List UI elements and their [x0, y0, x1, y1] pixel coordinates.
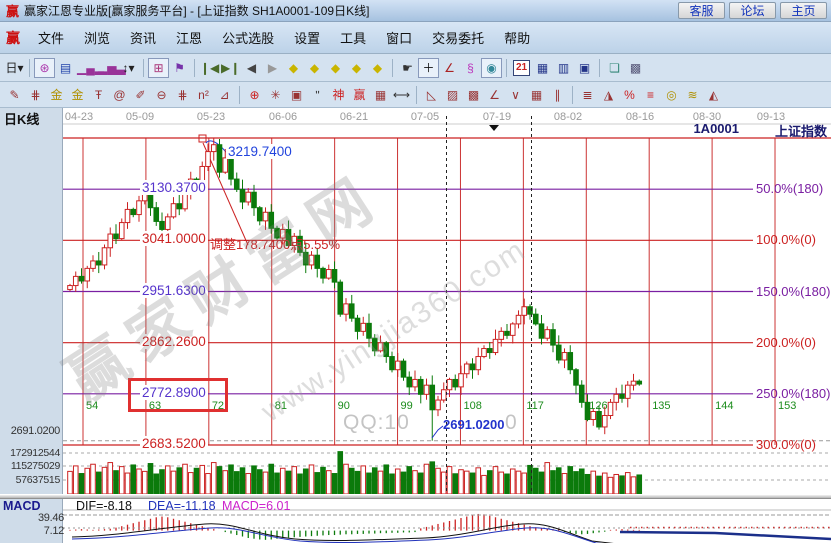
f-comb-tool-icon[interactable]: Ŧ — [88, 85, 109, 105]
toolbar-gann: ✎⋕金金Ŧ@✐⊖⋕n²⊿⊕✳▣ʺ神赢▦⟷◺▨▩∠∨▦∥≣◮%≡◎≋◭ — [0, 82, 831, 108]
n-square-icon[interactable]: n² — [193, 85, 214, 105]
diamond-left-icon[interactable]: ◆ — [283, 58, 304, 78]
gold-ratio-icon[interactable]: 金 — [67, 85, 88, 105]
width-measure-icon[interactable]: ⟷ — [391, 85, 412, 105]
next-bar-icon[interactable]: ▶ — [262, 58, 283, 78]
menu-browse[interactable]: 浏览 — [74, 25, 120, 50]
toolbar-separator — [239, 86, 240, 104]
volume-bars-3-icon[interactable]: ▁▄▂ — [76, 58, 97, 78]
square-target-icon[interactable]: ▣ — [286, 85, 307, 105]
menu-help[interactable]: 帮助 — [494, 25, 540, 50]
save-icon[interactable]: ▣ — [574, 58, 595, 78]
grid-window-icon[interactable]: ▦ — [370, 85, 391, 105]
toolbar-separator — [599, 59, 600, 77]
kline-period-icon[interactable]: 日▾ — [4, 58, 25, 78]
toolbar-separator — [29, 59, 30, 77]
angle-tool-icon[interactable]: ∠ — [439, 58, 460, 78]
snapshot-icon[interactable]: ❏ — [604, 58, 625, 78]
price-comb-icon[interactable]: ⋕ — [172, 85, 193, 105]
calculator-icon[interactable]: ▦ — [532, 58, 553, 78]
customer-service-button[interactable]: 客服 — [678, 2, 725, 19]
toolbar-separator — [392, 59, 393, 77]
grid-dense-icon[interactable]: ▦ — [526, 85, 547, 105]
notes-icon[interactable]: ▥ — [553, 58, 574, 78]
titlebar-buttons: 客服 论坛 主页 — [674, 2, 827, 19]
pencil-tool-icon[interactable]: ✎ — [4, 85, 25, 105]
v-line-icon[interactable]: ∨ — [505, 85, 526, 105]
star-circle-icon[interactable]: ✳ — [265, 85, 286, 105]
toolbar-separator — [416, 86, 417, 104]
menu-settings[interactable]: 设置 — [284, 25, 330, 50]
app-window: 赢 赢家江恩专业版[赢家服务平台] - [上证指数 SH1A0001-109日K… — [0, 0, 831, 543]
menu-tools[interactable]: 工具 — [330, 25, 376, 50]
toolbar-separator — [572, 86, 573, 104]
gann-pink-tool-icon[interactable]: § — [460, 58, 481, 78]
report-icon[interactable]: ▤ — [55, 58, 76, 78]
diamond-cross-icon[interactable]: ◆ — [367, 58, 388, 78]
candle-style-icon[interactable]: ↕▾ — [118, 58, 139, 78]
ruler-tool-icon[interactable]: ⊿ — [214, 85, 235, 105]
chart-area: 54637281909910811712613514415304-2305-09… — [0, 108, 831, 543]
toolbar-separator — [143, 59, 144, 77]
parallel-lines-icon[interactable]: ∥ — [547, 85, 568, 105]
homepage-button[interactable]: 主页 — [780, 2, 827, 19]
menu-file[interactable]: 文件 — [28, 25, 74, 50]
volume-bars-9-icon[interactable]: ▂▅▃ — [97, 58, 118, 78]
comb-tool-icon[interactable]: ⋕ — [25, 85, 46, 105]
toolbar-main: 日▾⊛▤▁▄▂▂▅▃↕▾⊞⚑❙◀▶❙◀▶◆◆◆◆◆☛＋∠§◉21▦▥▣❏▩ — [0, 54, 831, 82]
diamond-right-icon[interactable]: ◆ — [304, 58, 325, 78]
menu-window[interactable]: 窗口 — [376, 25, 422, 50]
calendar-icon[interactable]: 21 — [513, 60, 530, 76]
kline-chart — [0, 108, 831, 543]
menu-formula-stock-pick[interactable]: 公式选股 — [212, 25, 284, 50]
fan-lines-icon[interactable]: ◺ — [421, 85, 442, 105]
percent-line-icon[interactable]: ≡ — [640, 85, 661, 105]
gann-square-icon[interactable]: ▩ — [463, 85, 484, 105]
gold-circle-icon[interactable]: ◎ — [661, 85, 682, 105]
toolbar-separator — [194, 59, 195, 77]
a-ruler-icon[interactable]: ◭ — [703, 85, 724, 105]
diamond-compress-icon[interactable]: ◆ — [346, 58, 367, 78]
gold-line-icon[interactable]: ≋ — [682, 85, 703, 105]
toolbar-separator — [506, 59, 507, 77]
app-logo-icon: 赢 — [6, 1, 19, 20]
shen-grid-icon[interactable]: 神 — [328, 85, 349, 105]
first-bar-icon[interactable]: ❙◀ — [199, 58, 220, 78]
menu-bar: 赢 文件 浏览 资讯 江恩 公式选股 设置 工具 窗口 交易委托 帮助 — [0, 22, 831, 54]
gann-wheel-icon[interactable]: ⊞ — [148, 58, 169, 78]
angle-line-icon[interactable]: ∠ — [484, 85, 505, 105]
target-tool-icon[interactable]: ⊕ — [244, 85, 265, 105]
window-title: 赢家江恩专业版[赢家服务平台] - [上证指数 SH1A0001-109日K线] — [24, 2, 369, 19]
forum-button[interactable]: 论坛 — [729, 2, 776, 19]
gold-section-icon[interactable]: 金 — [46, 85, 67, 105]
k-quote-icon[interactable]: ʺ — [307, 85, 328, 105]
menu-gann[interactable]: 江恩 — [166, 25, 212, 50]
percent-ladder-icon[interactable]: ≣ — [577, 85, 598, 105]
spiral-tool-icon[interactable]: @ — [109, 85, 130, 105]
percent-triangle-icon[interactable]: ◮ — [598, 85, 619, 105]
menu-trade[interactable]: 交易委托 — [422, 25, 494, 50]
remote-icon[interactable]: ▩ — [625, 58, 646, 78]
last-bar-icon[interactable]: ▶❙ — [220, 58, 241, 78]
title-bar: 赢 赢家江恩专业版[赢家服务平台] - [上证指数 SH1A0001-109日K… — [0, 0, 831, 22]
hand-tool-icon[interactable]: ☛ — [397, 58, 418, 78]
menu-news[interactable]: 资讯 — [120, 25, 166, 50]
ying-grid-icon[interactable]: 赢 — [349, 85, 370, 105]
diamond-expand-icon[interactable]: ◆ — [325, 58, 346, 78]
crosshair-icon[interactable]: ＋ — [418, 58, 439, 78]
percent-icon[interactable]: % — [619, 85, 640, 105]
time-circle-icon[interactable]: ⊖ — [151, 85, 172, 105]
gann-box-icon[interactable]: ▨ — [442, 85, 463, 105]
speed-flag-icon[interactable]: ⚑ — [169, 58, 190, 78]
brain-icon[interactable]: ◉ — [481, 58, 502, 78]
child-window-icon: 赢 — [6, 28, 20, 48]
market-web-icon[interactable]: ⊛ — [34, 58, 55, 78]
prev-bar-icon[interactable]: ◀ — [241, 58, 262, 78]
brush-tool-icon[interactable]: ✐ — [130, 85, 151, 105]
